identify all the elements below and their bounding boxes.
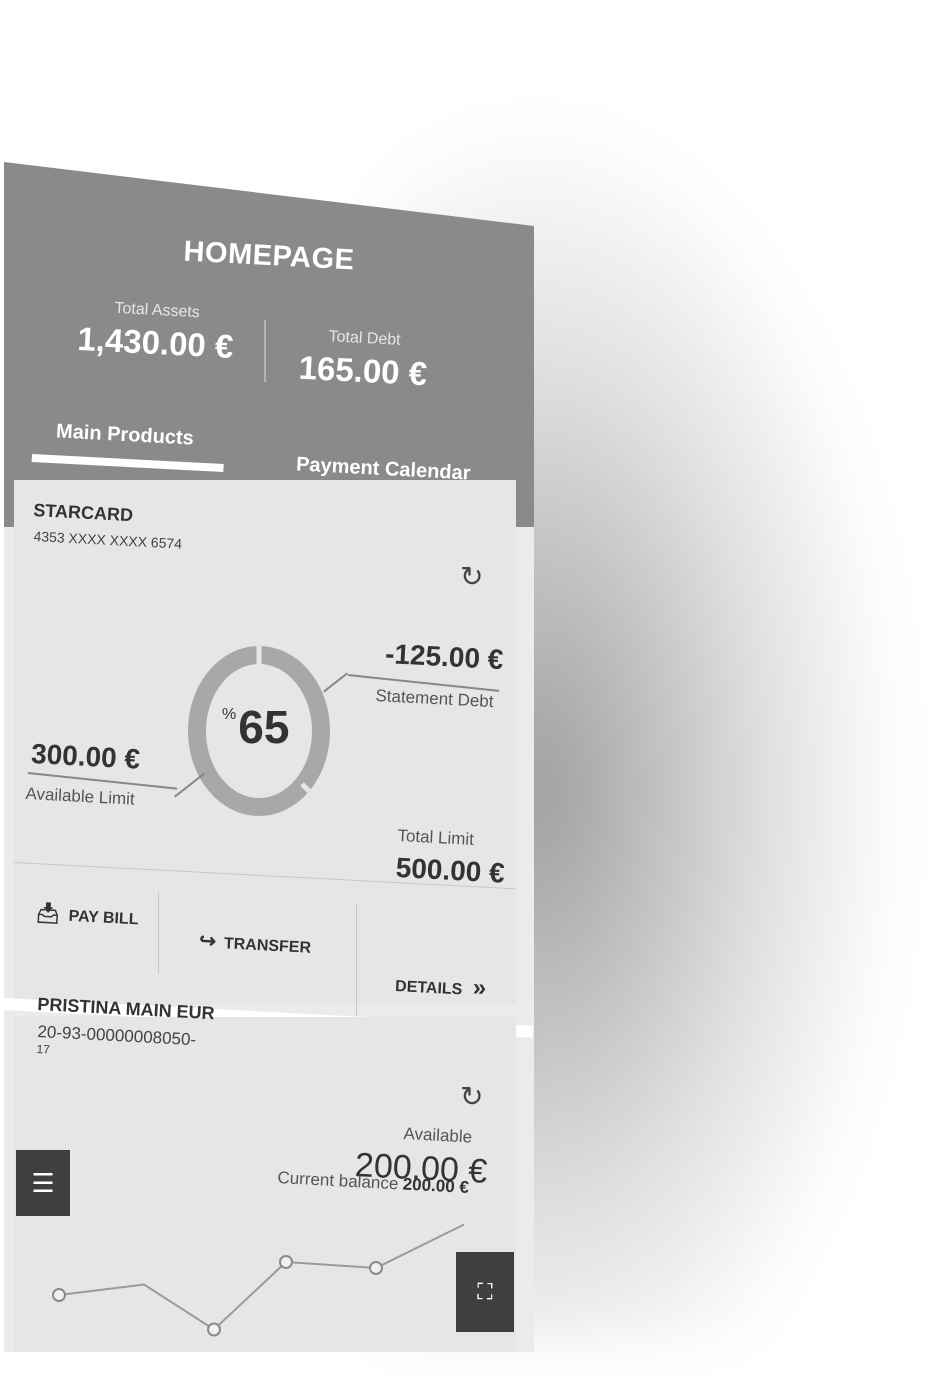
actions-divider-1: [158, 892, 159, 974]
total-debt: Total Debt 165.00 €: [275, 325, 453, 394]
details-button[interactable]: DETAILS »: [395, 970, 487, 1003]
menu-button[interactable]: ☰: [16, 1150, 70, 1216]
total-assets: Total Assets 1,430.00 €: [65, 297, 248, 366]
header: HOMEPAGE Total Assets 1,430.00 € Total D…: [4, 162, 534, 527]
chart-point: [279, 1255, 293, 1269]
total-limit: Total Limit 500.00 €: [395, 826, 507, 890]
tab-main-products[interactable]: Main Products: [55, 420, 195, 450]
statement-debt-value: -125.00 €: [384, 638, 505, 676]
total-debt-value: 165.00 €: [297, 348, 429, 393]
actions-divider-2: [356, 904, 357, 1016]
available-label-wrap: Available: [403, 1124, 473, 1148]
total-assets-value: 1,430.00 €: [76, 319, 235, 366]
usage-percent: %65: [222, 700, 289, 754]
pay-bill-button[interactable]: 📥︎ PAY BILL: [35, 900, 140, 930]
header-divider: [264, 320, 266, 382]
menu-icon: ☰: [31, 1167, 55, 1198]
page-title: HOMEPAGE: [182, 235, 356, 277]
scan-button[interactable]: ⛶: [456, 1252, 514, 1332]
refresh-icon[interactable]: ↻: [460, 1080, 483, 1113]
details-label: DETAILS: [394, 977, 463, 999]
double-chevron-icon: »: [472, 974, 487, 1002]
refresh-icon[interactable]: ↻: [460, 560, 483, 593]
balance-chart: [52, 1223, 465, 1337]
total-limit-label: Total Limit: [397, 826, 475, 849]
percent-symbol: %: [222, 706, 237, 723]
scan-icon: ⛶: [477, 1279, 493, 1304]
transfer-label: TRANSFER: [223, 935, 312, 957]
chart-point: [369, 1261, 383, 1275]
phone-screen: HOMEPAGE Total Assets 1,430.00 € Total D…: [4, 162, 534, 1352]
pay-bill-label: PAY BILL: [68, 907, 139, 929]
statement-debt: -125.00 €: [384, 638, 504, 676]
available-limit-value: 300.00 €: [30, 738, 141, 775]
download-tray-icon: 📥︎: [34, 901, 62, 926]
chart-point: [52, 1288, 66, 1302]
available-limit: 300.00 €: [30, 738, 141, 776]
share-arrow-icon: ↪: [198, 929, 217, 953]
chart-point: [207, 1322, 221, 1337]
available-label: Available: [403, 1124, 473, 1147]
usage-percent-value: 65: [238, 701, 290, 753]
